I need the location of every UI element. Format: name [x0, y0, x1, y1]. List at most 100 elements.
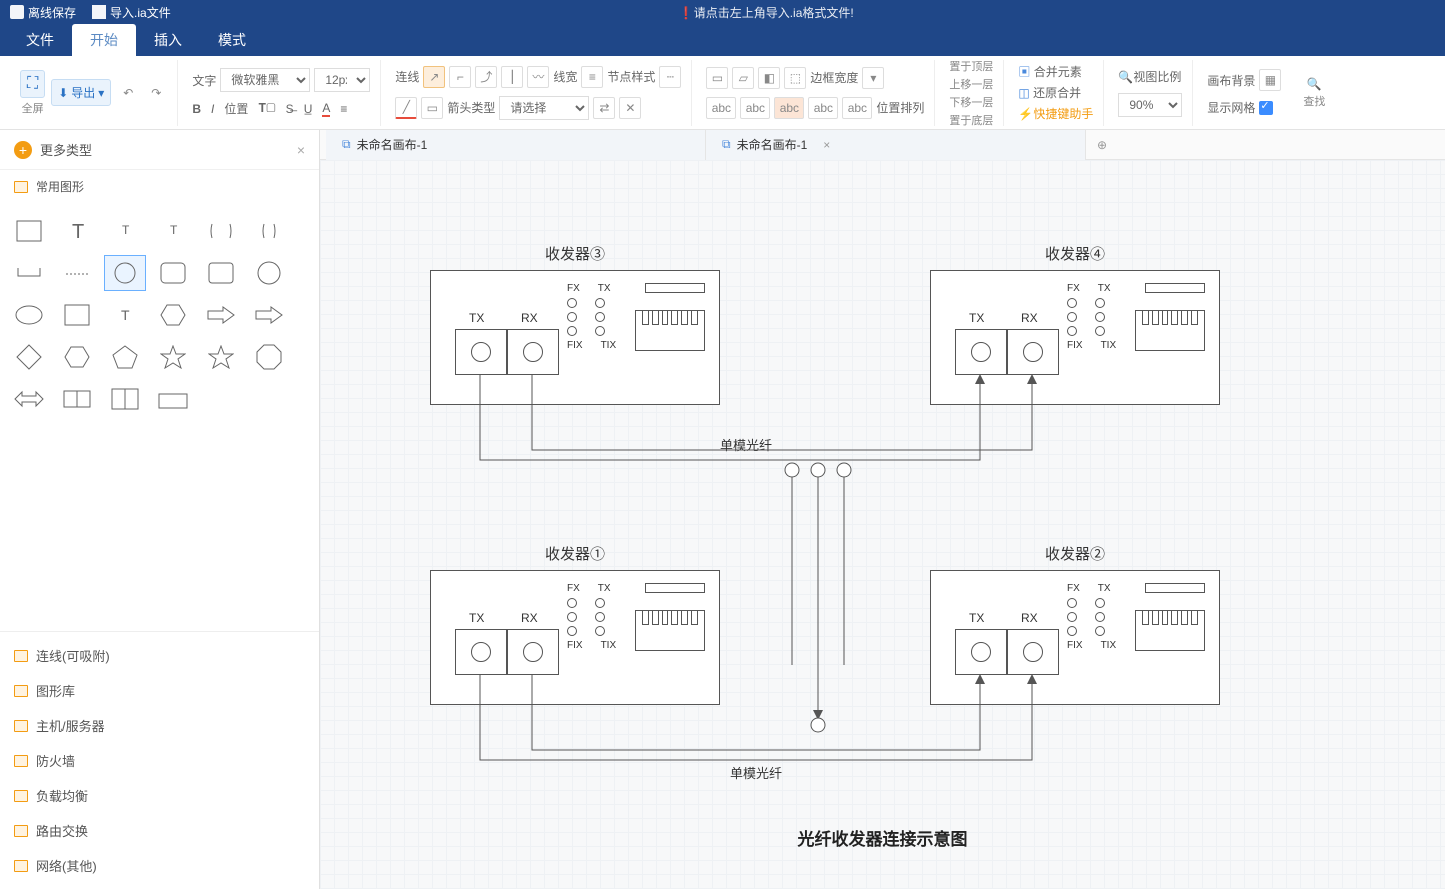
line-style-5[interactable]: 〰 [527, 66, 549, 88]
cat-6[interactable]: 网络(其他) [0, 848, 319, 883]
shape-circle-sel[interactable] [104, 255, 146, 291]
menu-start[interactable]: 开始 [72, 24, 136, 56]
offline-save-button[interactable]: 离线保存 [10, 4, 76, 21]
align-button[interactable]: ≡ [340, 102, 347, 116]
line-style-4[interactable]: ⎮ [501, 66, 523, 88]
import-button[interactable]: 导入.ia文件 [92, 4, 171, 21]
menu-file[interactable]: 文件 [8, 24, 72, 56]
arrow-x-button[interactable]: ✕ [619, 97, 641, 119]
fontsize-select[interactable]: 12px [314, 68, 370, 92]
abc5[interactable]: abc [842, 97, 872, 119]
line-style-3[interactable]: ⤴ [475, 66, 497, 88]
shape-diamond[interactable] [8, 339, 50, 375]
restore-button[interactable]: ◫ 还原合并 [1018, 84, 1081, 101]
abc2[interactable]: abc [740, 97, 770, 119]
font-color-button[interactable]: A [322, 101, 330, 117]
abc4[interactable]: abc [808, 97, 838, 119]
shape-brace-r[interactable] [248, 213, 290, 249]
text-box-icon[interactable]: 𝐓▢ [258, 101, 275, 116]
fullscreen-button[interactable]: ⛶ [20, 70, 45, 98]
shape-t-small[interactable]: T [104, 213, 146, 249]
redo-button[interactable]: ↷ [145, 82, 167, 104]
strike-button[interactable]: S̶ [286, 102, 294, 116]
menu-insert[interactable]: 插入 [136, 24, 200, 56]
nodestyle-button[interactable]: ┄ [659, 66, 681, 88]
menu-mode[interactable]: 模式 [200, 24, 264, 56]
cat-common[interactable]: 常用图形 [0, 170, 319, 203]
shape-rect[interactable] [8, 213, 50, 249]
shape-text-T[interactable]: T [56, 213, 98, 249]
shape-hexagon[interactable] [152, 297, 194, 333]
shape-T2[interactable]: T [104, 297, 146, 333]
font-select[interactable]: 微软雅黑 [220, 68, 310, 92]
shape-arrow-lr[interactable] [8, 381, 50, 417]
tab-1[interactable]: ⧉未命名画布-1 [326, 130, 706, 160]
shortcut-helper[interactable]: ⚡快捷键助手 [1018, 105, 1093, 122]
pick-4[interactable]: ⬚ [784, 67, 806, 89]
cat-4[interactable]: 负载均衡 [0, 778, 319, 813]
tab-2[interactable]: ⧉未命名画布-1× [706, 130, 1086, 160]
shape-rrect2[interactable] [200, 255, 242, 291]
shape-bracket[interactable] [8, 255, 50, 291]
abc3[interactable]: abc [774, 97, 804, 119]
shape-label[interactable] [56, 381, 98, 417]
line-color-button[interactable]: ╱ [395, 97, 417, 119]
zoom-select[interactable]: 90% [1118, 93, 1182, 117]
bold-button[interactable]: B [192, 102, 201, 116]
shape-arrow-r2[interactable] [248, 297, 290, 333]
search-icon[interactable]: 🔍 [1307, 77, 1322, 91]
sidebar-close[interactable]: × [297, 142, 305, 158]
bg-button[interactable]: ▦ [1259, 69, 1281, 91]
cat-3[interactable]: 防火墙 [0, 743, 319, 778]
pick-2[interactable]: ▱ [732, 67, 754, 89]
line-dash-button[interactable]: ▭ [421, 97, 443, 119]
shape-circle2[interactable] [248, 255, 290, 291]
merge-button[interactable]: ▣ 合并元素 [1018, 63, 1081, 80]
arrow-dir-button[interactable]: ⇄ [593, 97, 615, 119]
shape-octagon[interactable] [248, 339, 290, 375]
shape-pentagon[interactable] [104, 339, 146, 375]
line-style-2[interactable]: ⌐ [449, 66, 471, 88]
cat-0[interactable]: 连线(可吸附) [0, 638, 319, 673]
cat-1[interactable]: 图形库 [0, 673, 319, 708]
underline-button[interactable]: U̲ [304, 102, 313, 116]
z-down[interactable]: 下移一层 [949, 94, 993, 110]
shape-hex2[interactable] [56, 339, 98, 375]
arrow-select[interactable]: 请选择 [499, 96, 589, 120]
export-button[interactable]: ⬇导出▾ [51, 79, 111, 106]
shape-rect2[interactable] [56, 297, 98, 333]
shape-card[interactable] [152, 381, 194, 417]
cat-2[interactable]: 主机/服务器 [0, 708, 319, 743]
shape-bracket2[interactable] [56, 255, 98, 291]
add-type-button[interactable]: + [14, 141, 32, 159]
shape-t-small2[interactable]: T [152, 213, 194, 249]
canvas[interactable]: 收发器③ TX RX FXTX FIXTIX 收发器④ TX RX [320, 160, 1445, 889]
shape-brace-l[interactable] [200, 213, 242, 249]
transceiver-4[interactable]: 收发器④ TX RX FXTX FIXTIX [930, 270, 1220, 405]
shape-ellipse[interactable] [8, 297, 50, 333]
line-style-1[interactable]: ↗ [423, 66, 445, 88]
undo-button[interactable]: ↶ [117, 82, 139, 104]
shape-star2[interactable] [200, 339, 242, 375]
linewidth-button[interactable]: ≡ [581, 66, 603, 88]
sidebar: + 更多类型 × 常用图形 T T T T [0, 130, 320, 889]
italic-button[interactable]: I [211, 102, 214, 116]
tab-add[interactable]: ⊕ [1086, 130, 1118, 160]
z-top[interactable]: 置于顶层 [949, 58, 993, 74]
pick-3[interactable]: ◧ [758, 67, 780, 89]
pick-1[interactable]: ▭ [706, 67, 728, 89]
shape-star[interactable] [152, 339, 194, 375]
abc1[interactable]: abc [706, 97, 736, 119]
transceiver-2[interactable]: 收发器② TX RX FXTX FIXTIX [930, 570, 1220, 705]
transceiver-1[interactable]: 收发器① TX RX FXTX FIXTIX [430, 570, 720, 705]
shape-split[interactable] [104, 381, 146, 417]
close-icon[interactable]: × [823, 138, 830, 152]
shape-rrect[interactable] [152, 255, 194, 291]
grid-checkbox[interactable] [1259, 101, 1273, 115]
z-bottom[interactable]: 置于底层 [949, 112, 993, 128]
transceiver-3[interactable]: 收发器③ TX RX FXTX FIXTIX [430, 270, 720, 405]
z-up[interactable]: 上移一层 [949, 76, 993, 92]
shape-arrow-r[interactable] [200, 297, 242, 333]
borderwidth-button[interactable]: ▾ [862, 67, 884, 89]
cat-5[interactable]: 路由交换 [0, 813, 319, 848]
